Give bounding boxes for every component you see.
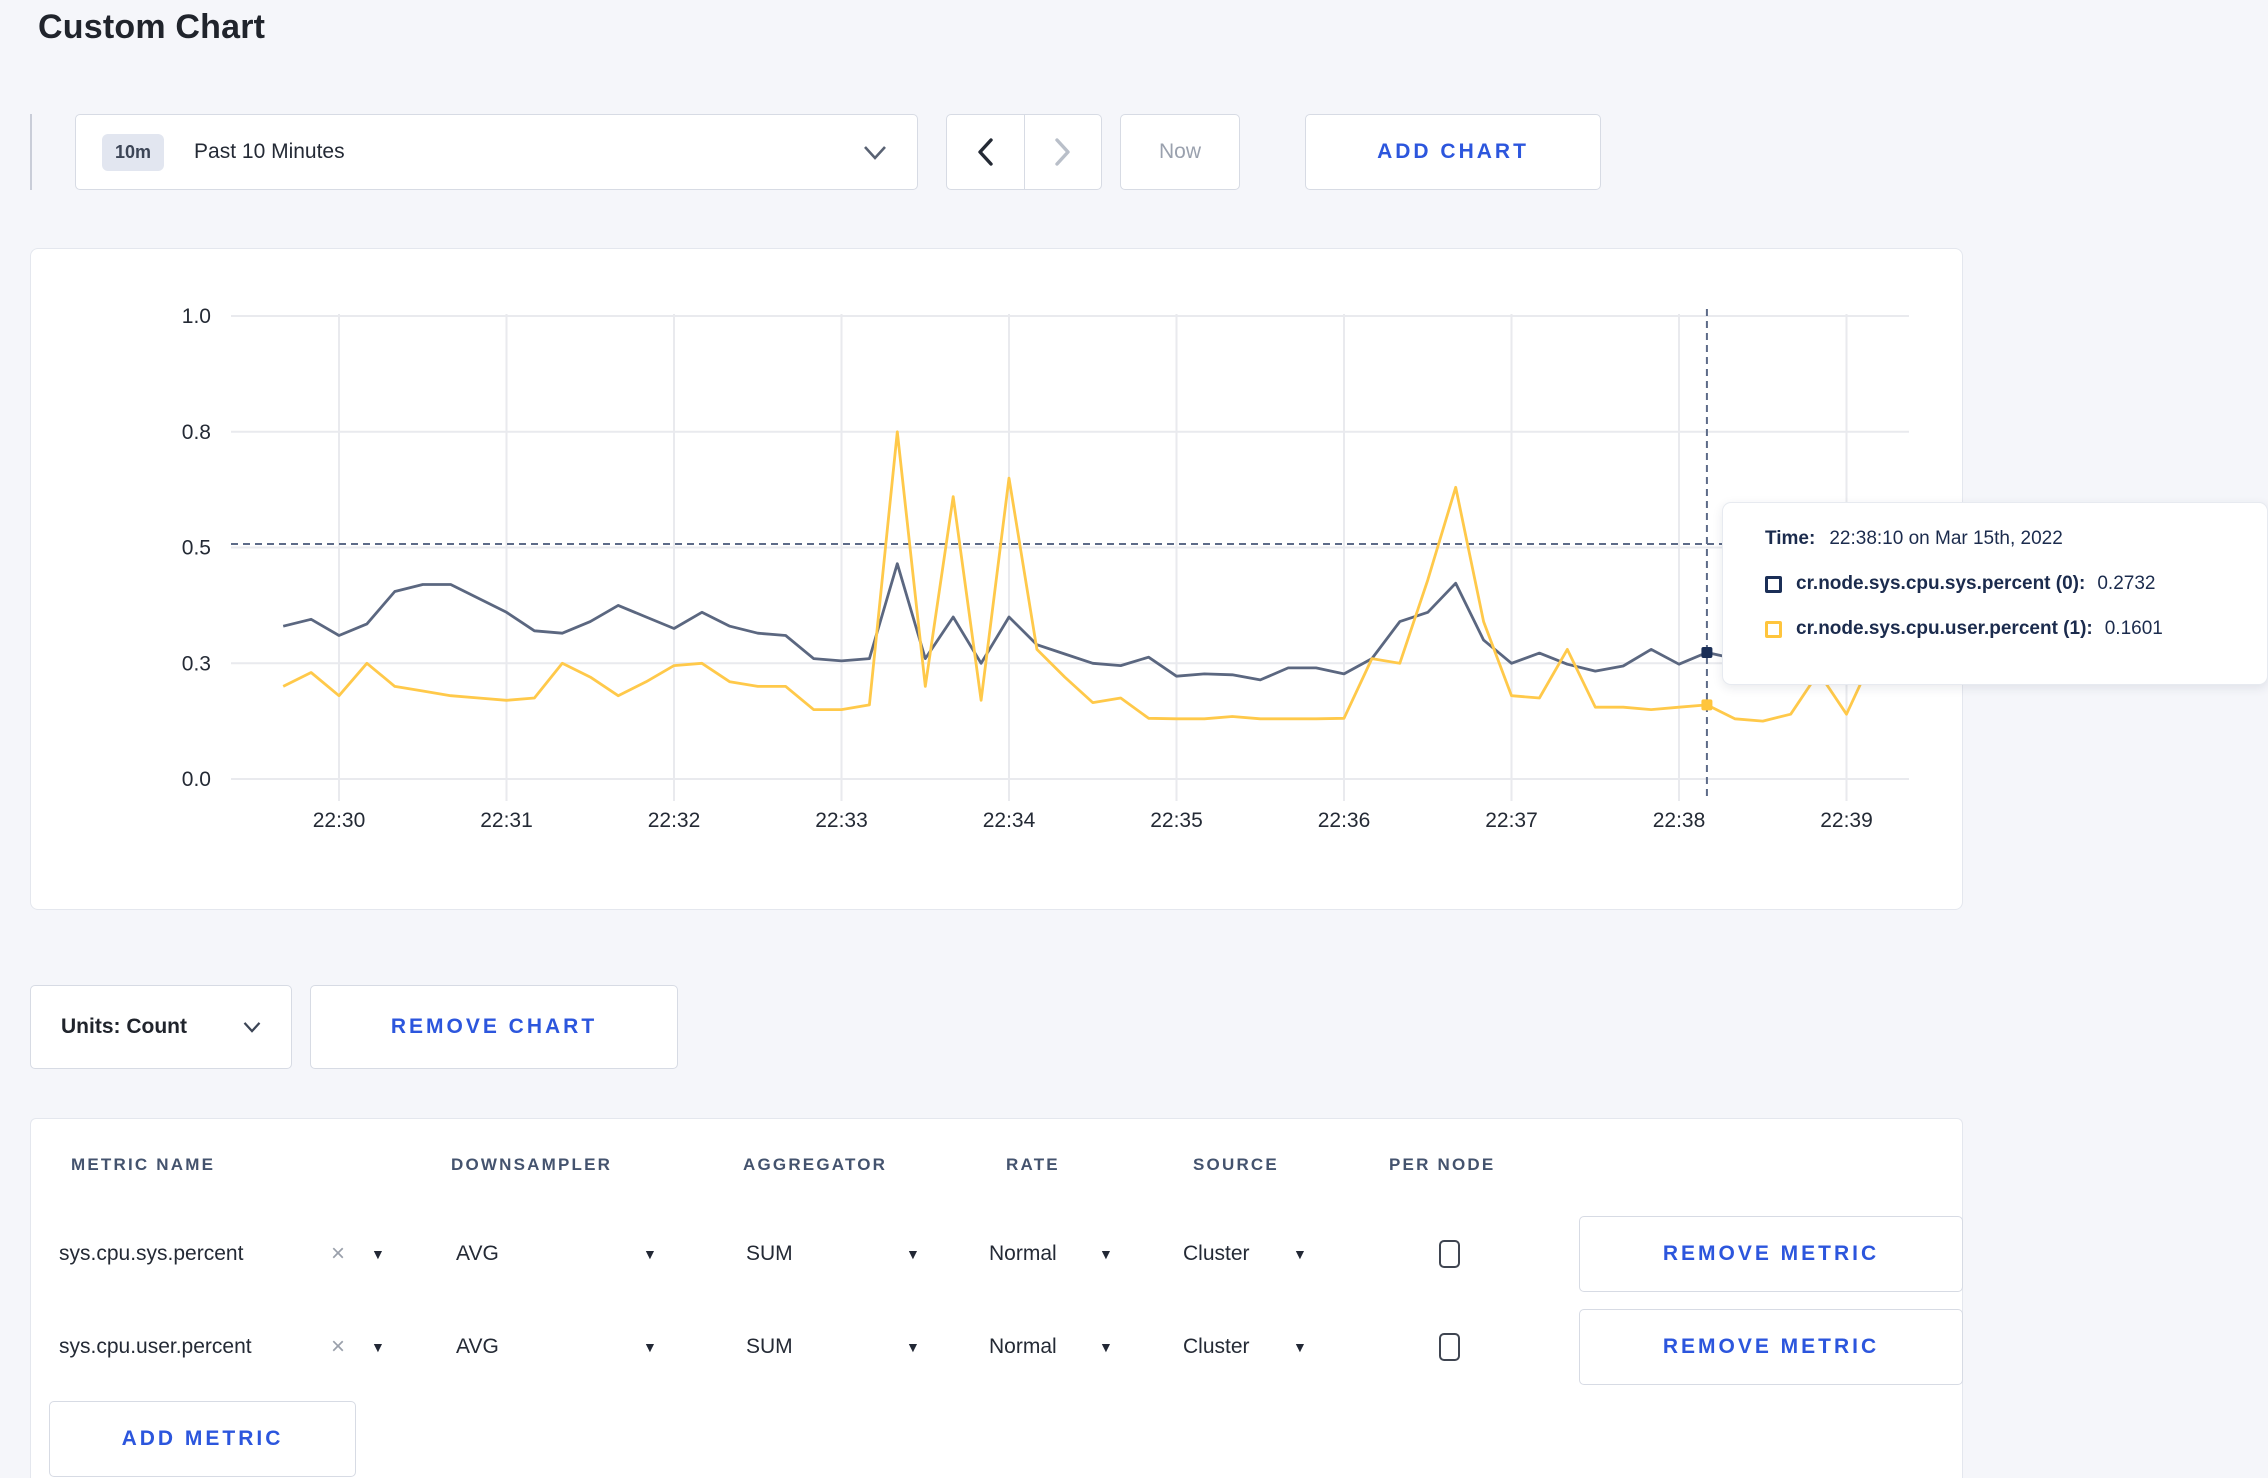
add-chart-button[interactable]: ADD CHART bbox=[1305, 114, 1601, 190]
units-label: Units: Count bbox=[61, 1015, 187, 1038]
downsampler-select[interactable]: AVG bbox=[456, 1242, 499, 1266]
y-tick-label: 0.3 bbox=[182, 652, 211, 675]
hover-point-sys bbox=[1701, 647, 1713, 659]
table-row: sys.cpu.sys.percent × ▼ AVG ▼ SUM ▼ Normal ▼ Clus… bbox=[31, 1208, 1963, 1300]
y-tick-label: 0.8 bbox=[182, 421, 211, 444]
rate-select[interactable]: Normal bbox=[989, 1242, 1057, 1266]
table-row: sys.cpu.user.percent × ▼ AVG ▼ SUM ▼ Normal ▼ Clu… bbox=[31, 1301, 1963, 1393]
add-metric-button[interactable]: ADD METRIC bbox=[49, 1401, 356, 1477]
per-node-checkbox[interactable] bbox=[1439, 1240, 1460, 1268]
x-tick-label: 22:34 bbox=[983, 809, 1036, 832]
metric-name-dropdown-arrow-icon[interactable]: ▼ bbox=[371, 1339, 385, 1355]
remove-metric-button[interactable]: REMOVE METRIC bbox=[1579, 1216, 1963, 1292]
metric-name-value: sys.cpu.sys.percent bbox=[59, 1242, 244, 1265]
x-tick-label: 22:33 bbox=[815, 809, 868, 832]
tooltip-series-value: 0.2732 bbox=[2097, 573, 2156, 594]
user-series-swatch-icon bbox=[1765, 620, 1782, 638]
chevron-down-icon bbox=[863, 145, 887, 160]
downsampler-arrow-icon[interactable]: ▼ bbox=[643, 1246, 657, 1262]
tooltip-time-label: Time: bbox=[1765, 528, 1816, 549]
y-tick-label: 0.0 bbox=[182, 768, 211, 791]
tooltip-time-row: Time: 22:38:10 on Mar 15th, 2022 bbox=[1765, 528, 2247, 550]
column-header: PER NODE bbox=[1389, 1155, 1496, 1174]
metric-name-dropdown-arrow-icon[interactable]: ▼ bbox=[371, 1246, 385, 1262]
tooltip-series-value: 0.1601 bbox=[2104, 618, 2163, 639]
per-node-checkbox[interactable] bbox=[1439, 1333, 1460, 1361]
units-dropdown[interactable]: Units: Count bbox=[30, 985, 292, 1069]
source-arrow-icon[interactable]: ▼ bbox=[1293, 1339, 1307, 1355]
time-range-label: Past 10 Minutes bbox=[194, 140, 345, 163]
rate-select[interactable]: Normal bbox=[989, 1335, 1057, 1359]
next-time-button[interactable] bbox=[1023, 115, 1102, 189]
x-tick-label: 22:39 bbox=[1820, 809, 1873, 832]
series-line-user[interactable] bbox=[282, 430, 1876, 723]
time-range-badge: 10m bbox=[102, 133, 165, 171]
x-tick-label: 22:37 bbox=[1485, 809, 1538, 832]
chevron-down-icon bbox=[243, 1021, 261, 1033]
tooltip-series-label: cr.node.sys.cpu.user.percent (1): bbox=[1796, 618, 2093, 639]
aggregator-arrow-icon[interactable]: ▼ bbox=[906, 1339, 920, 1355]
x-tick-label: 22:38 bbox=[1653, 809, 1706, 832]
chart-tooltip: Time: 22:38:10 on Mar 15th, 2022 cr.node… bbox=[1722, 502, 2268, 685]
source-select[interactable]: Cluster bbox=[1183, 1335, 1250, 1359]
chevron-right-icon bbox=[1054, 138, 1072, 166]
source-arrow-icon[interactable]: ▼ bbox=[1293, 1246, 1307, 1262]
tooltip-time-value: 22:38:10 on Mar 15th, 2022 bbox=[1829, 528, 2063, 549]
page-title: Custom Chart bbox=[38, 8, 266, 46]
rate-arrow-icon[interactable]: ▼ bbox=[1099, 1246, 1113, 1262]
column-header: SOURCE bbox=[1193, 1155, 1279, 1174]
aggregator-select[interactable]: SUM bbox=[746, 1335, 793, 1359]
remove-metric-button[interactable]: REMOVE METRIC bbox=[1579, 1309, 1963, 1385]
metrics-table: METRIC NAME DOWNSAMPLER AGGREGATOR RATE SOUR… bbox=[30, 1118, 1963, 1478]
x-tick-label: 22:31 bbox=[480, 809, 533, 832]
toolbar-divider bbox=[30, 114, 32, 190]
x-tick-label: 22:36 bbox=[1318, 809, 1371, 832]
hover-point-user bbox=[1701, 699, 1713, 711]
tooltip-series-label: cr.node.sys.cpu.sys.percent (0): bbox=[1796, 573, 2086, 594]
column-header: DOWNSAMPLER bbox=[451, 1155, 613, 1174]
y-tick-label: 1.0 bbox=[182, 305, 211, 328]
timeseries-chart[interactable]: 0.0 0.3 0.5 0.8 1.0 22:30 22:31 22:32 22:33 22:34… bbox=[31, 249, 1962, 909]
remove-chart-button[interactable]: REMOVE CHART bbox=[310, 985, 678, 1069]
sys-series-swatch-icon bbox=[1765, 575, 1782, 593]
x-tick-label: 22:35 bbox=[1150, 809, 1203, 832]
remove-metric-x-icon[interactable]: × bbox=[331, 1333, 345, 1361]
x-tick-label: 22:30 bbox=[313, 809, 366, 832]
chart-panel: 0.0 0.3 0.5 0.8 1.0 22:30 22:31 22:32 22:33 22:34… bbox=[30, 248, 1963, 910]
x-tick-label: 22:32 bbox=[648, 809, 701, 832]
y-tick-label: 0.5 bbox=[182, 537, 211, 560]
column-header: AGGREGATOR bbox=[743, 1155, 888, 1174]
time-range-dropdown[interactable]: 10m Past 10 Minutes bbox=[75, 114, 918, 190]
rate-arrow-icon[interactable]: ▼ bbox=[1099, 1339, 1113, 1355]
chevron-left-icon bbox=[976, 138, 994, 166]
source-select[interactable]: Cluster bbox=[1183, 1242, 1250, 1266]
aggregator-arrow-icon[interactable]: ▼ bbox=[906, 1246, 920, 1262]
now-button[interactable]: Now bbox=[1120, 114, 1240, 190]
column-header: RATE bbox=[1006, 1155, 1060, 1174]
tooltip-series-row: cr.node.sys.cpu.user.percent (1): 0.1601 bbox=[1765, 618, 2247, 640]
downsampler-select[interactable]: AVG bbox=[456, 1335, 499, 1359]
metric-name-value: sys.cpu.user.percent bbox=[59, 1335, 252, 1358]
time-nav-group bbox=[946, 114, 1102, 190]
tooltip-series-row: cr.node.sys.cpu.sys.percent (0): 0.2732 bbox=[1765, 573, 2247, 595]
column-header: METRIC NAME bbox=[71, 1155, 216, 1174]
downsampler-arrow-icon[interactable]: ▼ bbox=[643, 1339, 657, 1355]
remove-metric-x-icon[interactable]: × bbox=[331, 1240, 345, 1268]
aggregator-select[interactable]: SUM bbox=[746, 1242, 793, 1266]
prev-time-button[interactable] bbox=[947, 115, 1024, 189]
